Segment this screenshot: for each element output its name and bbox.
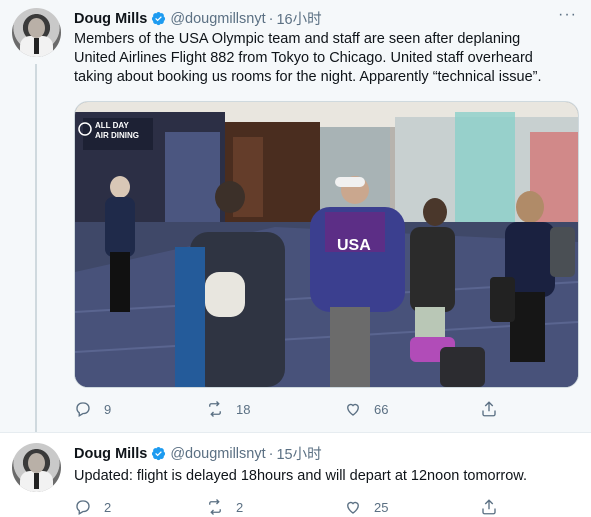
avatar-tie [34, 473, 39, 489]
author-avatar[interactable] [12, 8, 61, 57]
reply-button[interactable]: 2 [74, 498, 206, 516]
tweet-text: Members of the USA Olympic team and staf… [74, 30, 574, 87]
author-handle[interactable]: @dougmillsnyt [170, 446, 265, 462]
share-button[interactable] [480, 400, 510, 418]
thread-line [35, 64, 37, 434]
tweet-time[interactable]: 15小时 [276, 443, 321, 464]
tweet-actions: 9 18 66 [74, 400, 510, 418]
author-name[interactable]: Doug Mills [74, 446, 147, 462]
like-icon [347, 403, 359, 416]
reply-icon [76, 402, 90, 417]
jacket-usa-text: USA [337, 237, 371, 254]
tweet-text-line: Members of the USA Olympic team and staf… [74, 31, 521, 47]
separator-dot: · [268, 10, 274, 27]
retweet-count: 2 [236, 499, 244, 515]
like-button[interactable]: 25 [344, 498, 480, 516]
like-count: 66 [374, 401, 389, 417]
share-icon [482, 401, 496, 417]
more-icon[interactable]: ··· [558, 6, 577, 24]
tweet-actions: 2 2 25 [74, 498, 510, 516]
retweet-icon [209, 401, 221, 417]
avatar-tie [34, 38, 39, 54]
retweet-count: 18 [236, 401, 251, 417]
avatar-face [28, 453, 45, 473]
reply-count: 9 [104, 401, 112, 417]
tweet-time[interactable]: 16小时 [276, 8, 321, 29]
share-icon [482, 499, 496, 515]
reply-button[interactable]: 9 [74, 400, 206, 418]
separator-dot: · [268, 445, 274, 462]
shop-sign-line2: AIR DINING [95, 131, 139, 140]
airport-scene-image: ALL DAY AIR DINING USA [75, 102, 578, 387]
shop-sign-line1: ALL DAY [95, 121, 129, 130]
reply-count: 2 [104, 499, 112, 515]
share-button[interactable] [480, 498, 510, 516]
tweet-2[interactable]: Doug Mills @dougmillsnyt · 15小时 Updated:… [0, 432, 591, 517]
tweet-header: Doug Mills @dougmillsnyt · 15小时 [74, 443, 322, 464]
reply-icon [76, 500, 90, 515]
retweet-button[interactable]: 2 [206, 498, 344, 516]
tweet-text-line: United Airlines Flight 882 from Tokyo to… [74, 50, 533, 66]
avatar-face [28, 18, 45, 38]
verified-badge-icon [152, 446, 166, 461]
verified-badge-icon [152, 11, 166, 26]
like-button[interactable]: 66 [344, 400, 480, 418]
like-count: 25 [374, 499, 389, 515]
tweet-text: Updated: flight is delayed 18hours and w… [74, 468, 528, 484]
retweet-button[interactable]: 18 [206, 400, 344, 418]
author-name[interactable]: Doug Mills [74, 11, 147, 27]
tweet-text-line: taking about booking us rooms for the ni… [74, 69, 542, 85]
author-avatar[interactable] [12, 443, 61, 492]
tweet-photo[interactable]: ALL DAY AIR DINING USA [74, 101, 579, 388]
retweet-icon [209, 499, 221, 515]
author-handle[interactable]: @dougmillsnyt [170, 11, 265, 27]
like-icon [347, 501, 359, 514]
tweet-1[interactable]: Doug Mills @dougmillsnyt · 16小时 ··· Memb… [0, 0, 591, 434]
tweet-header: Doug Mills @dougmillsnyt · 16小时 [74, 8, 322, 29]
